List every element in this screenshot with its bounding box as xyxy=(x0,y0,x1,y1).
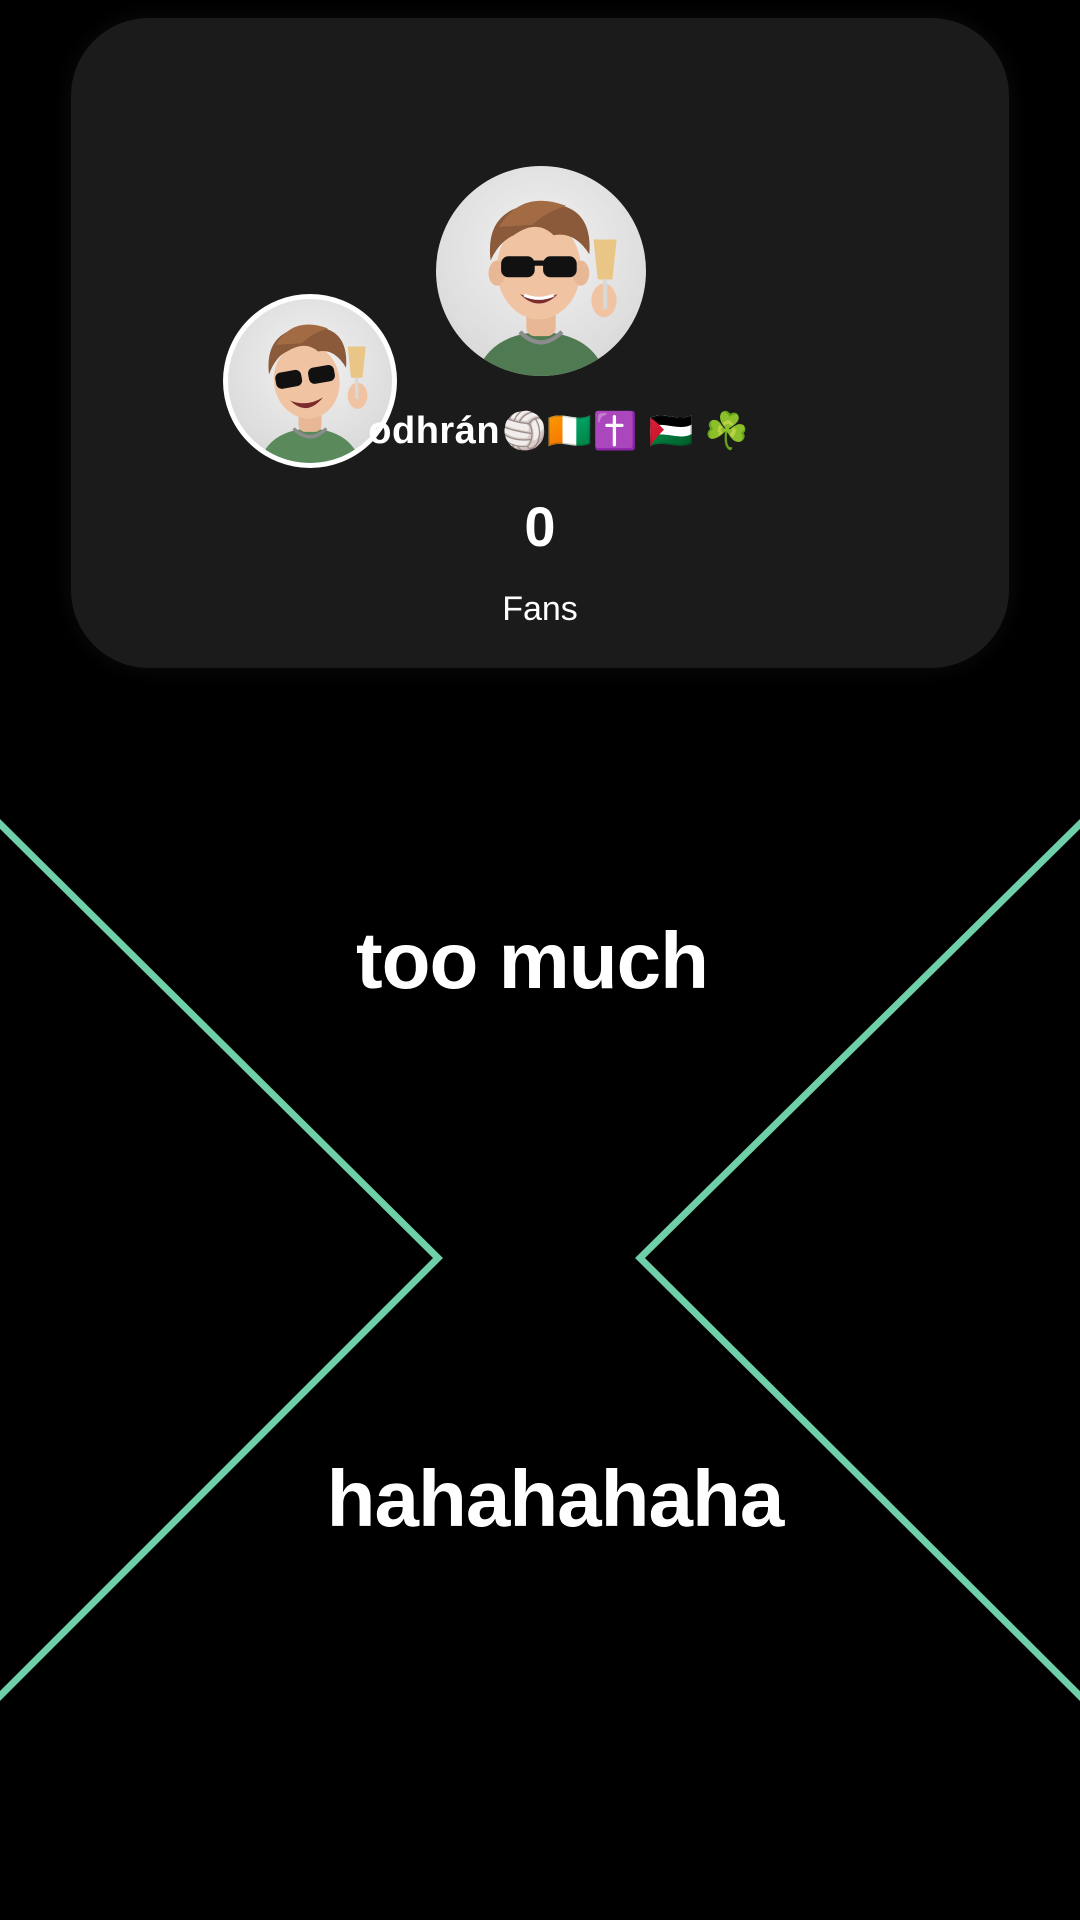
profile-avatar[interactable] xyxy=(436,166,646,376)
fans-label: Fans xyxy=(502,590,578,628)
fans-count: 0 xyxy=(524,495,556,558)
video-frame: odhrán🏐🇨🇮✝️ 🇵🇸 ☘️ 0 Fans too much hahaha… xyxy=(0,0,1080,1920)
display-name-text: odhrán xyxy=(368,410,501,452)
caption-bottom: hahahahaha xyxy=(326,1454,785,1543)
profile-display-name: odhrán🏐🇨🇮✝️ 🇵🇸 ☘️ xyxy=(71,410,1009,453)
profile-card: odhrán🏐🇨🇮✝️ 🇵🇸 ☘️ 0 Fans xyxy=(71,18,1009,668)
caption-top: too much xyxy=(356,916,709,1005)
avatar-illustration-icon xyxy=(475,200,617,376)
display-name-emojis: 🏐🇨🇮✝️ 🇵🇸 ☘️ xyxy=(502,410,750,451)
